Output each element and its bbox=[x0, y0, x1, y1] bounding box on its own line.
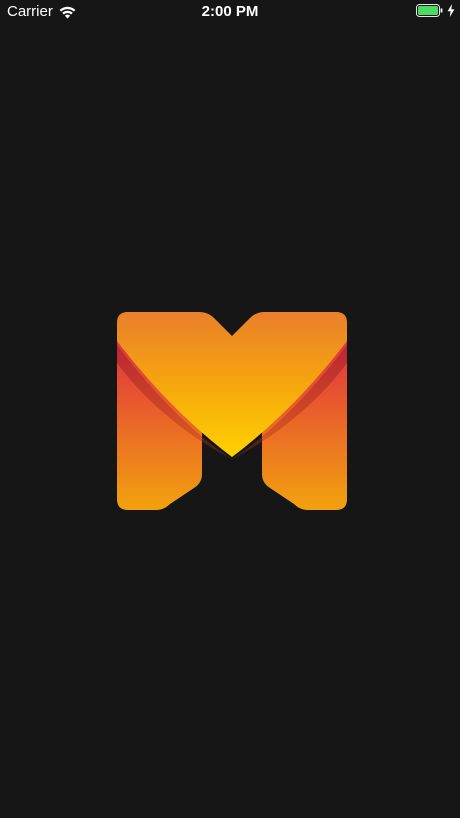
charging-bolt-icon bbox=[447, 4, 455, 17]
battery-indicator bbox=[416, 4, 455, 17]
status-time: 2:00 PM bbox=[201, 3, 259, 20]
brand-m-logo-graphic bbox=[117, 312, 347, 510]
brand-m-logo bbox=[116, 311, 348, 513]
status-bar: Carrier 2:00 PM bbox=[0, 0, 460, 24]
battery-icon bbox=[416, 4, 443, 17]
